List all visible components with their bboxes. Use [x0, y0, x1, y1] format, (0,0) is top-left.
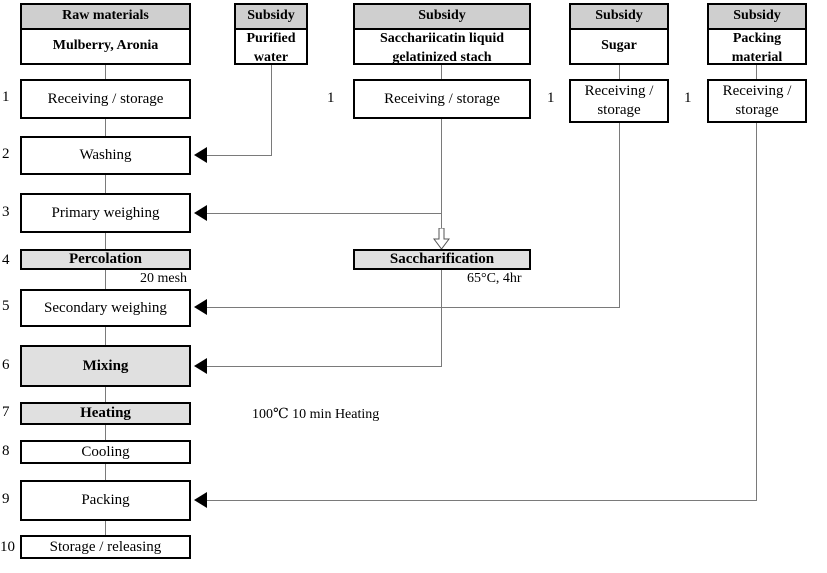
step-label-percolation: Percolation	[68, 251, 143, 268]
side-step-number-saccharification: 1	[327, 90, 335, 106]
step-label-cooling: Cooling	[81, 443, 130, 460]
side-step-number-packing: 1	[684, 90, 692, 106]
connector-packingmat-to-packing	[207, 500, 757, 501]
connector-water-vertical	[271, 65, 272, 155]
material-box-raw-materials: Raw materials Mulberry, Aronia	[20, 3, 191, 65]
step-label-washing: Washing	[79, 147, 132, 164]
step-label-heating: Heating	[80, 405, 131, 422]
water-line-1: Purified	[246, 31, 296, 47]
material-body-packing-material: Packing material	[709, 30, 805, 68]
hollow-down-arrow-icon	[433, 228, 450, 250]
connector-sugar-receiving-down	[619, 123, 620, 308]
material-header-raw-materials: Raw materials	[22, 5, 189, 31]
material-header-sugar: Subsidy	[571, 5, 667, 31]
arrowhead-into-mixing	[194, 358, 207, 374]
step-box-packing: Packing	[20, 480, 191, 521]
step-box-washing: Washing	[20, 136, 191, 175]
step-label-storage-releasing: Storage / releasing	[49, 538, 162, 555]
step-label-primary-weighing: Primary weighing	[51, 204, 160, 221]
sacch-line-1: Sacchariicatin liquid	[379, 31, 505, 47]
connector-packingmat-receiving-down	[756, 123, 757, 501]
material-header-packing-material: Subsidy	[709, 5, 805, 31]
material-header-purified-water: Subsidy	[236, 5, 306, 31]
connector-raw-to-receiving	[105, 65, 106, 79]
material-body-raw-materials: Mulberry, Aronia	[52, 38, 159, 54]
side-step-label-packing-line1: Receiving /	[722, 83, 792, 100]
connector-saccharification-down	[441, 270, 442, 367]
side-step-box-packing-receiving: Receiving / storage	[707, 79, 807, 123]
side-step-label-sugar-line1: Receiving /	[584, 83, 654, 100]
material-box-saccharification-liquid: Subsidy Sacchariicatin liquid gelatinize…	[353, 3, 531, 65]
step-box-heating: Heating	[20, 402, 191, 425]
packing-line-1: Packing	[732, 31, 782, 47]
step-box-storage-releasing: Storage / releasing	[20, 535, 191, 559]
arrowhead-into-secondary-weighing	[194, 299, 207, 315]
step-label-secondary-weighing: Secondary weighing	[44, 299, 167, 316]
connector-sacch-to-receiving	[441, 65, 442, 79]
connector-packingmat-to-receiving	[756, 65, 757, 79]
step-box-secondary-weighing: Secondary weighing	[20, 289, 191, 327]
step-number-7: 7	[2, 404, 10, 420]
connector-washing-to-primary	[105, 175, 106, 193]
step-number-9: 9	[2, 491, 10, 507]
material-box-packing-material: Subsidy Packing material	[707, 3, 807, 65]
process-label-saccharification: Saccharification	[389, 251, 495, 268]
step-number-4: 4	[2, 252, 10, 268]
percolation-mesh-note: 20 mesh	[140, 271, 188, 286]
material-header-saccharification-liquid: Subsidy	[355, 5, 529, 31]
connector-sacch-to-primary-horizontal	[207, 213, 442, 214]
step-box-cooling: Cooling	[20, 440, 191, 464]
arrowhead-into-packing	[194, 492, 207, 508]
step-number-3: 3	[2, 204, 10, 220]
step-number-1: 1	[2, 89, 10, 105]
material-body-sugar: Sugar	[601, 38, 637, 54]
material-box-purified-water: Subsidy Purified water	[234, 3, 308, 65]
connector-sacch-receiving-down	[441, 119, 442, 233]
connector-saccharification-to-mixing	[207, 366, 442, 367]
step-label-packing: Packing	[81, 492, 130, 509]
connector-primary-to-percolation	[105, 233, 106, 249]
arrowhead-into-washing	[194, 147, 207, 163]
connector-sugar-to-receiving	[619, 65, 620, 79]
connector-heating-to-cooling	[105, 425, 106, 440]
connector-mixing-to-heating	[105, 387, 106, 402]
connector-packing-to-storage	[105, 521, 106, 535]
step-box-percolation: Percolation	[20, 249, 191, 270]
connector-receiving-to-washing	[105, 119, 106, 136]
arrowhead-into-primary-weighing	[194, 205, 207, 221]
connector-percolation-to-secondary	[105, 270, 106, 289]
connector-secondary-to-mixing	[105, 327, 106, 345]
connector-sugar-to-secondary	[207, 307, 620, 308]
sacch-line-2: gelatinized stach	[392, 50, 492, 66]
connector-water-horizontal	[207, 155, 272, 156]
side-step-label-packing-line2: storage	[735, 102, 779, 118]
connector-cooling-to-packing	[105, 464, 106, 480]
side-step-label-sugar-line2: storage	[597, 102, 641, 118]
step-box-mixing: Mixing	[20, 345, 191, 387]
process-box-saccharification: Saccharification	[353, 249, 531, 270]
step-box-primary-weighing: Primary weighing	[20, 193, 191, 233]
step-box-receiving-storage: Receiving / storage	[20, 79, 191, 119]
side-step-box-sugar-receiving: Receiving / storage	[569, 79, 669, 123]
saccharification-condition-note: 65°C, 4hr	[467, 271, 522, 286]
step-number-10: 10	[0, 539, 15, 555]
material-box-sugar: Subsidy Sugar	[569, 3, 669, 65]
heating-condition-note: 100℃ 10 min Heating	[252, 407, 380, 422]
process-flow-diagram: Raw materials Mulberry, Aronia Subsidy P…	[0, 0, 827, 573]
step-number-8: 8	[2, 443, 10, 459]
material-body-purified-water: Purified water	[236, 30, 306, 68]
side-step-number-sugar: 1	[547, 90, 555, 106]
step-number-2: 2	[2, 146, 10, 162]
step-number-5: 5	[2, 298, 10, 314]
material-body-saccharification-liquid: Sacchariicatin liquid gelatinized stach	[355, 30, 529, 68]
step-label-mixing: Mixing	[82, 357, 129, 374]
packing-line-2: material	[731, 50, 783, 66]
side-step-label-saccharification-receiving: Receiving / storage	[384, 90, 500, 107]
step-number-6: 6	[2, 357, 10, 373]
side-step-box-saccharification-receiving: Receiving / storage	[353, 79, 531, 119]
step-label-receiving-storage: Receiving / storage	[47, 90, 164, 107]
